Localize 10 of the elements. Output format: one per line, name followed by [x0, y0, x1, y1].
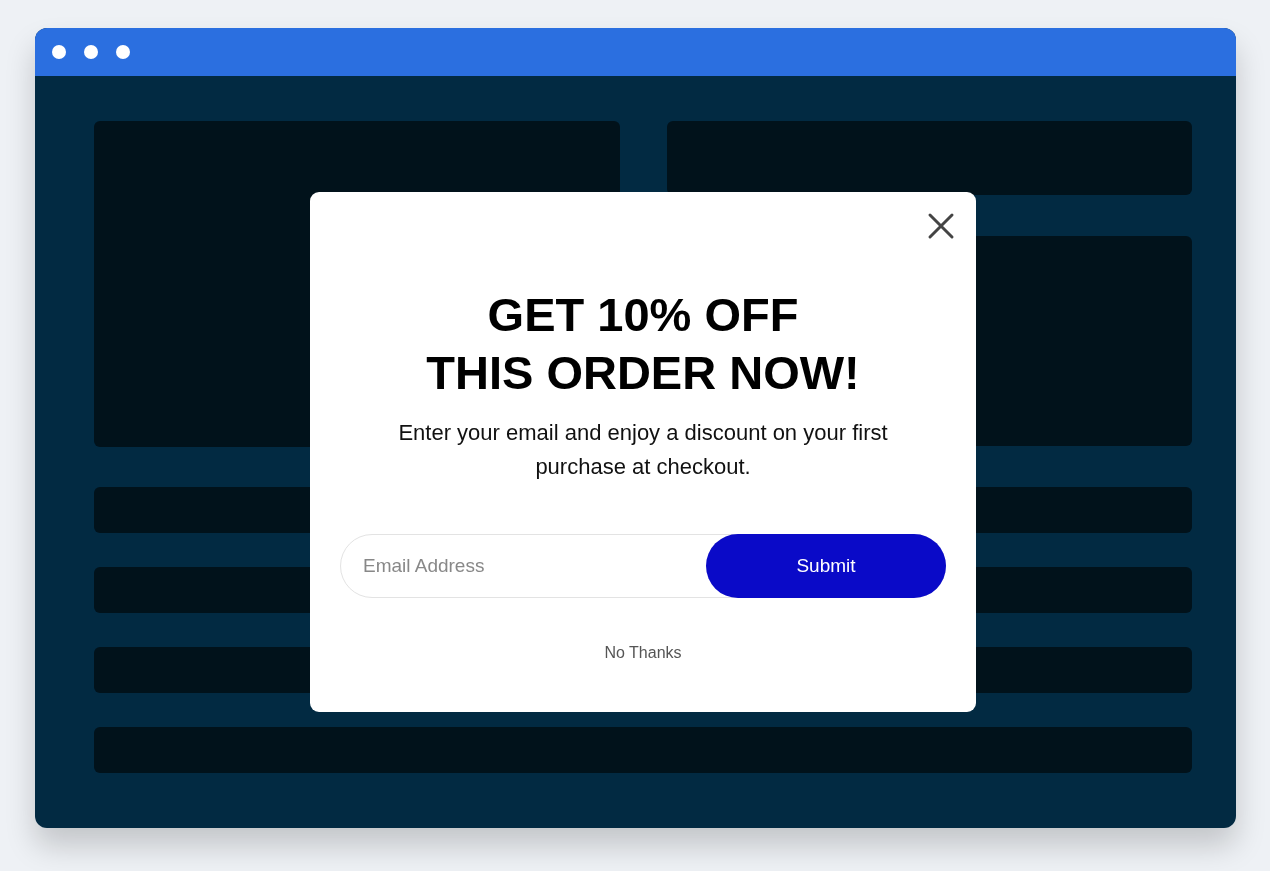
submit-button[interactable]: Submit	[706, 534, 946, 598]
heading-line: THIS ORDER NOW!	[426, 345, 860, 401]
description-text: Enter your email and enjoy a discount on your first purchase at checkout.	[398, 419, 888, 481]
heading-line: GET 10% OFF	[487, 287, 799, 343]
email-field[interactable]: Email Address Submit	[340, 534, 946, 598]
no-thanks-link[interactable]: No Thanks	[600, 642, 686, 664]
close-icon[interactable]	[927, 212, 955, 240]
window-dot-icon	[84, 45, 98, 59]
window-dot-icon	[116, 45, 130, 59]
window-dot-icon	[52, 45, 66, 59]
